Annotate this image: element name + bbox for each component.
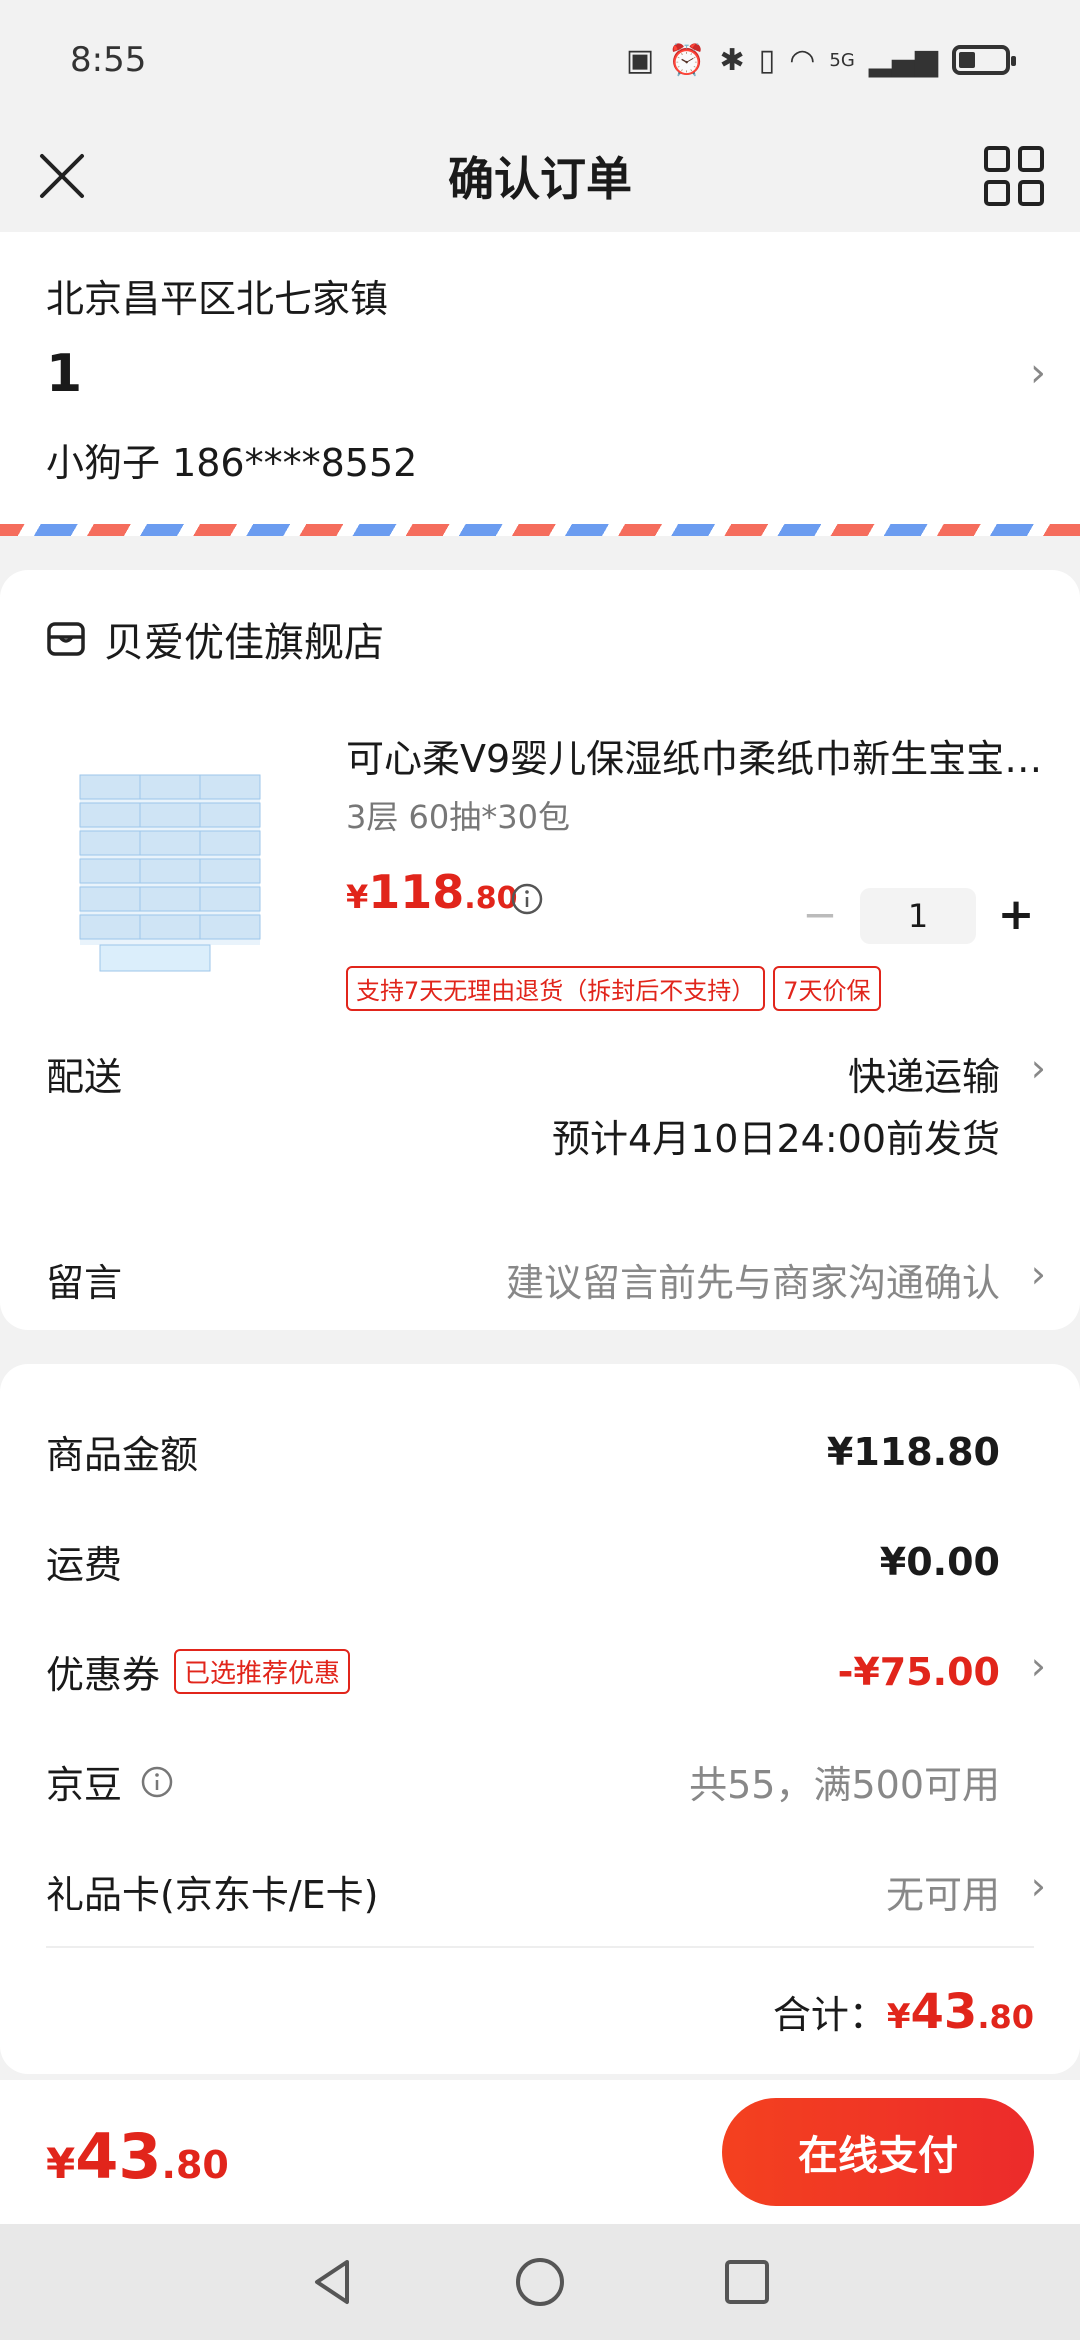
signal-label: 5G [829, 49, 855, 71]
coupon-badge: 已选推荐优惠 [174, 1649, 351, 1694]
close-icon[interactable] [32, 146, 92, 206]
back-icon[interactable] [305, 2254, 361, 2310]
delivery-label: 配送 [46, 1055, 123, 1099]
jd-bean-label: 京豆 [46, 1763, 123, 1807]
status-time: 8:55 [70, 40, 147, 80]
total-symbol: ¥ [886, 1997, 911, 2037]
checkout-price-symbol: ¥ [46, 2139, 76, 2188]
chevron-right-icon: › [1030, 1046, 1046, 1090]
recents-icon[interactable] [719, 2254, 775, 2310]
product-title[interactable]: 可心柔V9婴儿保湿纸巾柔纸巾新生宝宝面巾纸 [346, 728, 1046, 783]
checkout-price-dec: .80 [161, 2143, 229, 2187]
product-tags: 支持7天无理由退货（拆封后不支持） 7天价保 [346, 966, 881, 1011]
envelope-stripe [0, 524, 1080, 536]
total-row: 合计： ¥ 43 .80 [773, 1984, 1034, 2040]
return-policy-tag: 支持7天无理由退货（拆封后不支持） [346, 966, 766, 1011]
chevron-right-icon: › [1030, 1864, 1046, 1908]
gift-card-row[interactable]: 礼品卡(京东卡/E卡) 无可用 [46, 1864, 1000, 1919]
total-dec: .80 [977, 1998, 1034, 2036]
system-nav-bar [0, 2224, 1080, 2340]
quantity-value[interactable]: 1 [860, 888, 976, 944]
total-value: ¥ 43 .80 [887, 1984, 1034, 2040]
jd-bean-row: 京豆 共55，满500可用 [46, 1754, 1000, 1809]
total-label: 合计： [772, 1993, 887, 2037]
nfc-icon: ▣ [625, 42, 655, 78]
total-int: 43 [910, 1984, 978, 2040]
delivery-method[interactable]: 快递运输 [848, 1046, 1000, 1101]
status-icons: ▣ ⏰ ✱ ▯ ◠ 5G ▂▄▆ [625, 42, 1016, 78]
pay-online-button[interactable]: 在线支付 [722, 2098, 1034, 2206]
coupon-label-group: 优惠券 已选推荐优惠 [46, 1644, 351, 1699]
delivery-eta: 预计4月10日24:00前发货 [551, 1117, 1000, 1161]
divider [46, 1946, 1034, 1948]
shop-name: 贝爱优佳旗舰店 [104, 620, 384, 666]
quantity-stepper: − 1 + [796, 888, 1040, 944]
gift-card-value: 无可用 [885, 1873, 1000, 1917]
goods-amount-row: 商品金额 ¥118.80 [46, 1424, 1000, 1479]
shop-row[interactable]: 贝爱优佳旗舰店 [46, 610, 384, 668]
chevron-right-icon: › [1030, 350, 1046, 396]
chevron-right-icon: › [1030, 1252, 1046, 1296]
checkout-price-int: 43 [75, 2120, 162, 2193]
checkout-bar: ¥ 43 .80 在线支付 [0, 2080, 1080, 2224]
product-price: ¥ 118 .80 [346, 865, 517, 919]
gift-card-label: 礼品卡(京东卡/E卡) [46, 1873, 379, 1917]
message-label: 留言 [46, 1261, 123, 1305]
store-icon [47, 622, 85, 656]
shipping-label: 运费 [46, 1543, 123, 1587]
info-icon[interactable] [140, 1765, 174, 1799]
price-int: 118 [368, 865, 465, 919]
goods-amount-value: ¥118.80 [826, 1429, 1000, 1474]
vibrate-icon: ▯ [758, 42, 776, 78]
decrease-button[interactable]: − [796, 892, 844, 940]
shipping-row: 运费 ¥0.00 [46, 1534, 1000, 1589]
address-detail: 1 [46, 344, 83, 404]
grid-menu-icon[interactable] [980, 142, 1048, 210]
nav-bar: 确认订单 [0, 120, 1080, 232]
increase-button[interactable]: + [992, 892, 1040, 940]
coupon-label: 优惠券 [46, 1653, 161, 1697]
order-card: 贝爱优佳旗舰店 可心柔V9婴儿保湿纸巾柔纸巾新生宝宝面巾纸 3层 60抽*30包… [0, 570, 1080, 1330]
page-title: 确认订单 [448, 152, 632, 206]
coupon-row[interactable]: 优惠券 已选推荐优惠 -¥75.00 [46, 1644, 1000, 1699]
chevron-right-icon: › [1030, 1644, 1046, 1688]
coupon-value: -¥75.00 [837, 1649, 1000, 1694]
message-input[interactable]: 建议留言前先与商家沟通确认 [506, 1252, 1000, 1307]
jd-bean-value: 共55，满500可用 [689, 1763, 1000, 1807]
goods-amount-label: 商品金额 [46, 1433, 199, 1477]
jd-bean-label-group: 京豆 [46, 1754, 174, 1809]
address-region: 北京昌平区北七家镇 [46, 277, 389, 321]
signal-icon: ▂▄▆ [868, 42, 938, 78]
battery-icon [952, 45, 1016, 75]
status-bar: 8:55 ▣ ⏰ ✱ ▯ ◠ 5G ▂▄▆ [0, 0, 1080, 120]
address-card[interactable]: 北京昌平区北七家镇 1 小狗子 186****8552 › [0, 232, 1080, 532]
shipping-value: ¥0.00 [879, 1539, 1000, 1584]
info-icon[interactable] [510, 882, 544, 916]
product-spec: 3层 60抽*30包 [346, 798, 570, 836]
price-symbol: ¥ [346, 878, 369, 916]
checkout-price: ¥ 43 .80 [46, 2120, 229, 2193]
price-protect-tag: 7天价保 [773, 966, 881, 1011]
product-image[interactable] [70, 745, 300, 975]
wifi-icon: ◠ [789, 42, 816, 78]
home-icon[interactable] [512, 2254, 568, 2310]
summary-card: 商品金额 ¥118.80 运费 ¥0.00 优惠券 已选推荐优惠 -¥75.00… [0, 1364, 1080, 2074]
bluetooth-icon: ✱ [719, 42, 745, 78]
address-contact: 小狗子 186****8552 [46, 441, 418, 485]
alarm-icon: ⏰ [668, 42, 706, 78]
